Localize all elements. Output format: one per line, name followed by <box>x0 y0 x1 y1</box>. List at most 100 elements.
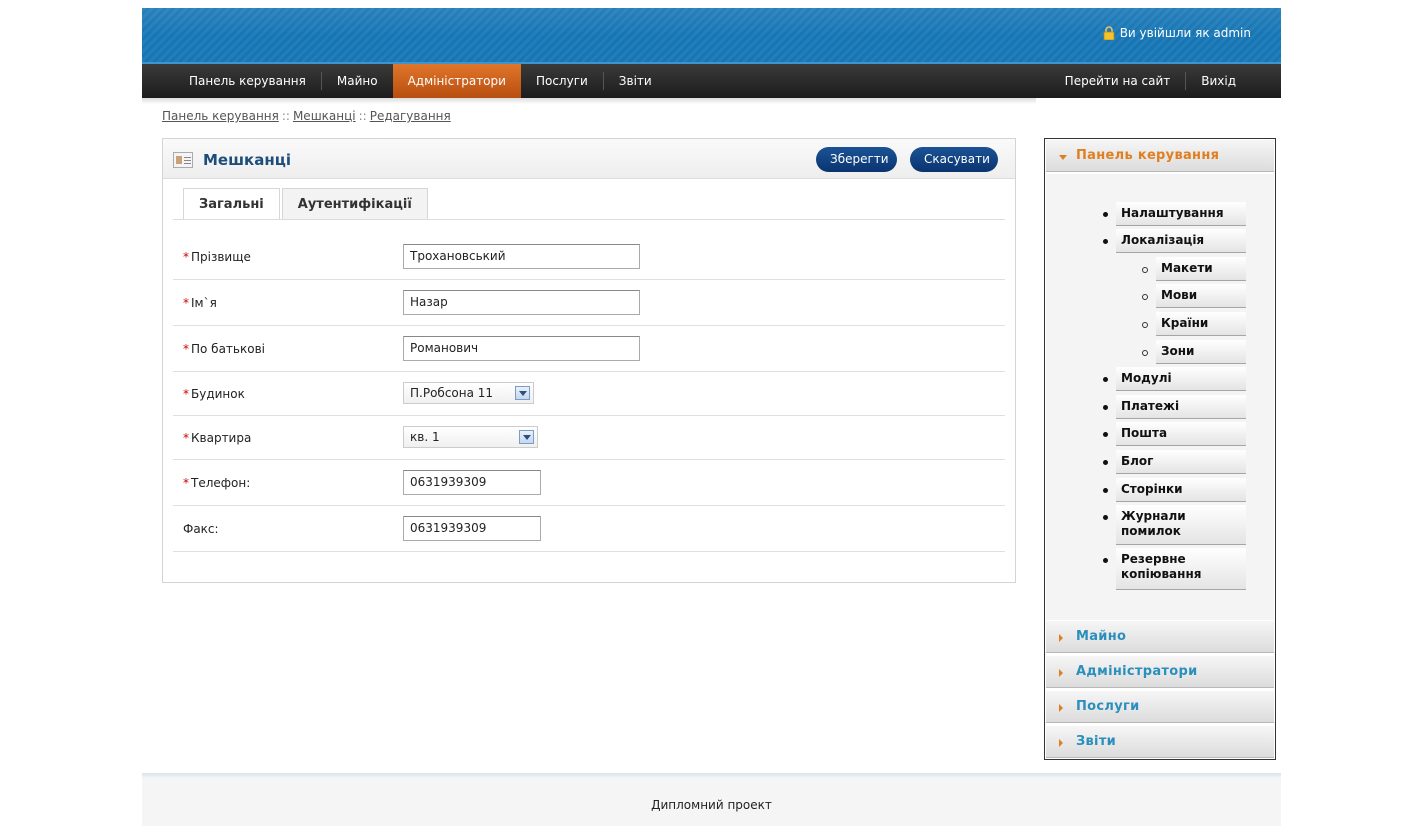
form-row-surname: * Прізвище Трохановський <box>173 233 1005 280</box>
form-row-phone: * Телефон: 0631939309 <box>173 460 1005 506</box>
nav-item-services[interactable]: Послуги <box>521 64 603 98</box>
bullet <box>1103 239 1108 244</box>
nav-shadow <box>142 98 1036 104</box>
breadcrumb: Панель керування:: Мешканці:: Редагування <box>162 109 451 123</box>
select-arrow-icon[interactable] <box>515 386 530 400</box>
required-mark: * <box>183 431 189 445</box>
sidebar-item-pages[interactable]: Сторінки <box>1116 478 1246 502</box>
sidebar-menu: Панель керування Налаштування Локалізаці… <box>1044 138 1276 760</box>
patronymic-input[interactable]: Романович <box>403 336 640 361</box>
tab-authentication[interactable]: Аутентифікації <box>281 188 428 219</box>
apartment-select-value: кв. 1 <box>410 430 440 444</box>
sidebar-section-dashboard[interactable]: Панель керування <box>1046 139 1274 172</box>
form-row-first-name: * Ім`я Назар <box>173 280 1005 326</box>
sidebar-dashboard-submenu: Налаштування Локалізація Макети Мови Кра… <box>1046 174 1274 620</box>
site-header: Ви увійшли як admin <box>142 8 1281 64</box>
bullet <box>1142 350 1148 356</box>
chevron-right-icon <box>1059 669 1063 677</box>
building-label: * Будинок <box>183 387 245 401</box>
fax-label: Факс: <box>183 522 219 536</box>
nav-item-property[interactable]: Майно <box>322 64 393 98</box>
nav-item-dashboard[interactable]: Панель керування <box>174 64 321 98</box>
sidebar-item-payments[interactable]: Платежі <box>1116 395 1246 419</box>
sidebar-item-mail[interactable]: Пошта <box>1116 422 1246 446</box>
cancel-button[interactable]: Скасувати <box>910 147 998 172</box>
required-mark: * <box>183 342 189 356</box>
lock-icon <box>1103 26 1115 40</box>
apartment-label: * Квартира <box>183 431 252 445</box>
breadcrumb-separator: :: <box>281 109 290 123</box>
sidebar-section-property[interactable]: Майно <box>1046 620 1274 653</box>
bullet <box>1103 558 1108 563</box>
required-mark: * <box>183 476 189 490</box>
bullet <box>1103 377 1108 382</box>
first-name-input[interactable]: Назар <box>403 290 640 315</box>
sidebar-item-settings[interactable]: Налаштування <box>1116 202 1246 226</box>
sidebar-item-layouts[interactable]: Макети <box>1156 257 1246 281</box>
bullet <box>1142 294 1148 300</box>
chevron-right-icon <box>1059 739 1063 747</box>
patronymic-label: * По батькові <box>183 342 265 356</box>
residents-edit-panel: Мешканці Зберегти Скасувати Загальні Аут… <box>162 138 1016 583</box>
sidebar-section-reports[interactable]: Звіти <box>1046 725 1274 758</box>
footer-text: Дипломний проект <box>651 798 772 812</box>
bullet <box>1103 405 1108 410</box>
tabs-divider <box>173 219 1005 220</box>
breadcrumb-edit[interactable]: Редагування <box>370 109 451 123</box>
chevron-down-icon <box>1059 155 1067 160</box>
footer: Дипломний проект <box>142 778 1281 826</box>
sidebar-item-localization[interactable]: Локалізація <box>1116 229 1246 253</box>
building-select[interactable]: П.Робсона 11 <box>403 382 534 404</box>
phone-label: * Телефон: <box>183 476 251 490</box>
page-title: Мешканці <box>203 151 291 169</box>
tab-general[interactable]: Загальні <box>183 188 280 220</box>
required-mark: * <box>183 250 189 264</box>
bullet <box>1103 212 1108 217</box>
sidebar-section-administrators[interactable]: Адміністратори <box>1046 655 1274 688</box>
first-name-label: * Ім`я <box>183 296 217 310</box>
form-row-apartment: * Квартира кв. 1 <box>173 416 1005 460</box>
main-nav: Панель керування Майно Адміністратори По… <box>142 64 1281 98</box>
breadcrumb-dashboard[interactable]: Панель керування <box>162 109 279 123</box>
panel-header: Мешканці Зберегти Скасувати <box>163 139 1015 179</box>
residents-card-icon <box>173 152 193 168</box>
form-row-building: * Будинок П.Робсона 11 <box>173 372 1005 416</box>
nav-item-administrators[interactable]: Адміністратори <box>392 64 521 98</box>
sidebar-item-modules[interactable]: Модулі <box>1116 367 1246 391</box>
bullet <box>1142 267 1148 273</box>
chevron-right-icon <box>1059 634 1063 642</box>
nav-item-logout[interactable]: Вихід <box>1186 64 1251 98</box>
bullet <box>1103 460 1108 465</box>
sidebar-section-services[interactable]: Послуги <box>1046 690 1274 723</box>
surname-label: * Прізвище <box>183 250 251 264</box>
save-button[interactable]: Зберегти <box>816 147 897 172</box>
bullet <box>1103 432 1108 437</box>
fax-input[interactable]: 0631939309 <box>403 516 541 541</box>
sidebar-item-languages[interactable]: Мови <box>1156 284 1246 308</box>
apartment-select[interactable]: кв. 1 <box>403 426 538 448</box>
bullet <box>1142 322 1148 328</box>
required-mark: * <box>183 296 189 310</box>
form-row-patronymic: * По батькові Романович <box>173 326 1005 372</box>
sidebar-item-backup[interactable]: Резервне копіювання <box>1116 548 1246 590</box>
breadcrumb-separator: :: <box>358 109 367 123</box>
required-mark: * <box>183 387 189 401</box>
sidebar-item-countries[interactable]: Країни <box>1156 312 1246 336</box>
chevron-right-icon <box>1059 704 1063 712</box>
bullet <box>1103 515 1108 520</box>
tab-bar: Загальні Аутентифікації <box>183 188 430 220</box>
sidebar-item-error-logs[interactable]: Журнали помилок <box>1116 505 1246 545</box>
surname-input[interactable]: Трохановський <box>403 244 640 269</box>
bullet <box>1103 488 1108 493</box>
login-text: Ви увійшли як admin <box>1119 26 1251 40</box>
phone-input[interactable]: 0631939309 <box>403 470 541 495</box>
select-arrow-icon[interactable] <box>519 430 534 444</box>
building-select-value: П.Робсона 11 <box>410 386 494 400</box>
sidebar-item-zones[interactable]: Зони <box>1156 340 1246 364</box>
form-row-fax: Факс: 0631939309 <box>173 506 1005 552</box>
sidebar-item-blog[interactable]: Блог <box>1116 450 1246 474</box>
login-info: Ви увійшли як admin <box>1103 26 1251 40</box>
nav-item-go-to-site[interactable]: Перейти на сайт <box>1050 64 1186 98</box>
breadcrumb-residents[interactable]: Мешканці <box>293 109 356 123</box>
nav-item-reports[interactable]: Звіти <box>604 64 667 98</box>
